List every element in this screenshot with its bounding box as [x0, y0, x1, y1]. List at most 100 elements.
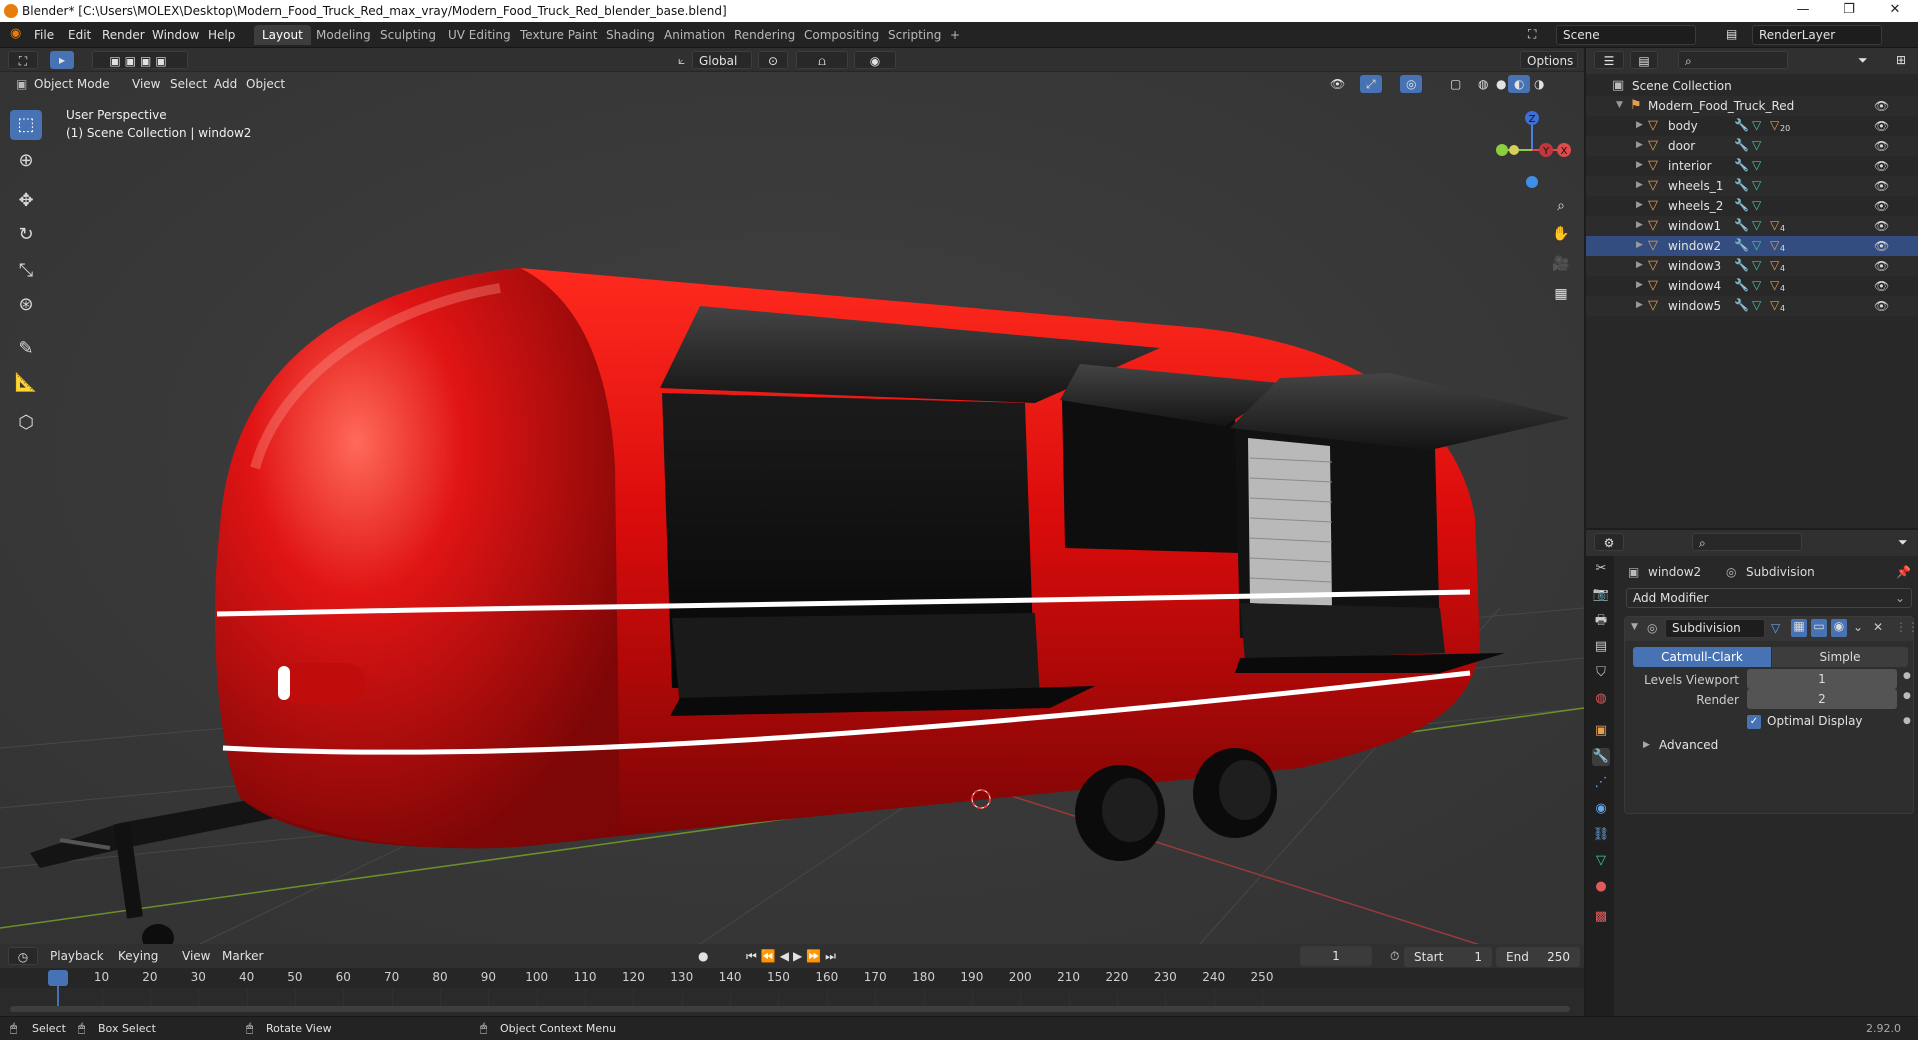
- optimal-display-checkbox[interactable]: ✓: [1747, 715, 1761, 729]
- expand-triangle-icon[interactable]: ▶: [1636, 240, 1643, 250]
- modifier-wrench-icon[interactable]: 🔧: [1734, 158, 1749, 172]
- render-tab-icon[interactable]: 📷: [1592, 586, 1610, 604]
- data-tab-icon[interactable]: ▽: [1592, 852, 1610, 870]
- mesh-data-icon[interactable]: ▽: [1752, 198, 1761, 212]
- expand-triangle-icon[interactable]: ▶: [1636, 200, 1643, 210]
- outliner-object-row[interactable]: ▶ ▽ window3 🔧 ▽ ▽ 4 👁: [1586, 256, 1918, 276]
- modifier-menu-icon[interactable]: ⌄: [1853, 620, 1863, 634]
- advanced-expand-icon[interactable]: ▶: [1643, 740, 1650, 750]
- annotate-tool-icon[interactable]: ✎: [10, 334, 42, 364]
- modifier-wrench-icon[interactable]: 🔧: [1734, 258, 1749, 272]
- expand-triangle-icon[interactable]: ▶: [1636, 160, 1643, 170]
- editor-type-icon[interactable]: ⛶: [8, 51, 38, 69]
- tab-layout[interactable]: Layout: [254, 25, 311, 45]
- catmull-clark-option[interactable]: Catmull-Clark: [1633, 647, 1771, 667]
- transform-orientation-select[interactable]: Global: [692, 51, 752, 69]
- menu-edit[interactable]: Edit: [68, 28, 91, 42]
- zoom-icon[interactable]: ⌕: [1548, 193, 1574, 219]
- menu-playback[interactable]: Playback: [44, 947, 110, 965]
- maximize-button[interactable]: ❐: [1826, 2, 1872, 20]
- current-frame-field[interactable]: 1: [1300, 946, 1372, 966]
- mesh-data-icon[interactable]: ▽: [1752, 278, 1761, 292]
- timeline-editor-icon[interactable]: ◷: [8, 947, 38, 965]
- visibility-eye-icon[interactable]: 👁: [1874, 219, 1889, 233]
- mesh-data-icon[interactable]: ▽: [1752, 298, 1761, 312]
- select-box-tool-icon[interactable]: ⬚: [10, 110, 42, 140]
- mesh-data-icon[interactable]: ▽: [1752, 158, 1761, 172]
- modifier-wrench-icon[interactable]: 🔧: [1734, 138, 1749, 152]
- keyframe-dot-icon[interactable]: ●: [1903, 716, 1911, 726]
- output-tab-icon[interactable]: 🖶: [1592, 612, 1610, 630]
- mesh-data-icon[interactable]: ▽: [1752, 118, 1761, 132]
- playback-controls[interactable]: ⏮⏪◀▶⏩⏭: [740, 947, 846, 965]
- modifier-wrench-icon[interactable]: 🔧: [1734, 178, 1749, 192]
- expand-triangle-icon[interactable]: ▶: [1636, 180, 1643, 190]
- end-frame-field[interactable]: End 250: [1496, 947, 1580, 967]
- scale-tool-icon[interactable]: ⤡: [10, 256, 42, 286]
- modifier-name-field[interactable]: Subdivision: [1665, 619, 1765, 638]
- menu-help[interactable]: Help: [208, 28, 235, 42]
- visibility-eye-icon[interactable]: 👁: [1874, 279, 1889, 293]
- blender-menu-icon[interactable]: ◉: [10, 26, 21, 41]
- outliner-object-row[interactable]: ▶ ▽ wheels_2 🔧 ▽ 👁: [1586, 196, 1918, 216]
- view-layer-tab-icon[interactable]: ▤: [1592, 638, 1610, 656]
- modifier-collapse-icon[interactable]: ▼: [1631, 622, 1638, 632]
- menu-view[interactable]: View: [126, 75, 166, 93]
- selection-mode-icons[interactable]: ▣▣▣▣: [92, 51, 188, 69]
- menu-select[interactable]: Select: [164, 75, 213, 93]
- expand-triangle-icon[interactable]: ▶: [1636, 140, 1643, 150]
- tab-compositing[interactable]: Compositing: [796, 25, 887, 45]
- navigation-gizmo[interactable]: Z X Y: [1484, 104, 1580, 200]
- tab-animation[interactable]: Animation: [656, 25, 733, 45]
- gizmo-toggle-icon[interactable]: ⤢: [1360, 75, 1382, 93]
- tab-modeling[interactable]: Modeling: [308, 25, 379, 45]
- world-tab-icon[interactable]: ◍: [1592, 690, 1610, 708]
- visibility-eye-icon[interactable]: 👁: [1874, 299, 1889, 313]
- modifier-wrench-icon[interactable]: 🔧: [1734, 238, 1749, 252]
- modifier-tab-icon[interactable]: 🔧: [1592, 748, 1610, 766]
- scene-tab-icon[interactable]: ⛉: [1592, 664, 1610, 682]
- simple-option[interactable]: Simple: [1772, 647, 1908, 667]
- outliner-object-row[interactable]: ▶ ▽ window5 🔧 ▽ ▽ 4 👁: [1586, 296, 1918, 316]
- viewport-display-icon[interactable]: ▭: [1811, 619, 1827, 637]
- outliner-object-row[interactable]: ▶ ▽ window4 🔧 ▽ ▽ 4 👁: [1586, 276, 1918, 296]
- viewport-canvas[interactable]: [0, 48, 1584, 944]
- constraints-tab-icon[interactable]: ⛓: [1592, 826, 1610, 844]
- mode-select[interactable]: Object Mode: [28, 75, 116, 93]
- menu-timeline-view[interactable]: View: [176, 947, 216, 965]
- particles-tab-icon[interactable]: ⋰: [1592, 774, 1610, 792]
- camera-view-icon[interactable]: 🎥: [1548, 251, 1574, 277]
- advanced-section-label[interactable]: Advanced: [1659, 738, 1718, 752]
- texture-tab-icon[interactable]: ▩: [1592, 908, 1610, 926]
- new-collection-icon[interactable]: ⊞: [1890, 51, 1912, 69]
- visibility-eye-icon[interactable]: 👁: [1874, 259, 1889, 273]
- add-modifier-dropdown[interactable]: Add Modifier ⌄: [1626, 588, 1912, 608]
- outliner-object-row[interactable]: ▶ ▽ wheels_1 🔧 ▽ 👁: [1586, 176, 1918, 196]
- outliner-object-row[interactable]: ▶ ▽ body 🔧 ▽ ▽ 20 👁: [1586, 116, 1918, 136]
- outliner-object-row[interactable]: ▶ ▽ window2 🔧 ▽ ▽ 4 👁: [1586, 236, 1918, 256]
- playhead[interactable]: [48, 970, 68, 986]
- add-workspace-button[interactable]: +: [942, 25, 968, 45]
- visibility-eye-icon[interactable]: 👁: [1874, 179, 1889, 193]
- object-tab-icon[interactable]: ▣: [1592, 722, 1610, 740]
- visibility-eye-icon[interactable]: 👁: [1874, 159, 1889, 173]
- rendered-shading-icon[interactable]: ◑: [1528, 75, 1550, 93]
- remove-modifier-icon[interactable]: ✕: [1873, 620, 1883, 634]
- render-levels-field[interactable]: 2: [1747, 689, 1897, 709]
- gizmo-y-pos[interactable]: [1496, 144, 1508, 156]
- visibility-eye-icon[interactable]: 👁: [1874, 239, 1889, 253]
- expand-triangle-icon[interactable]: ▶: [1636, 120, 1643, 130]
- menu-keying[interactable]: Keying: [112, 947, 164, 965]
- record-icon[interactable]: ●: [692, 947, 714, 965]
- modifier-wrench-icon[interactable]: 🔧: [1734, 298, 1749, 312]
- close-button[interactable]: ✕: [1872, 2, 1918, 20]
- modifier-wrench-icon[interactable]: 🔧: [1734, 198, 1749, 212]
- select-tool-icon[interactable]: ▸: [50, 51, 74, 69]
- outliner-editor-icon[interactable]: ☰: [1594, 51, 1624, 69]
- mesh-data-icon[interactable]: ▽: [1752, 178, 1761, 192]
- expand-triangle-icon[interactable]: ▶: [1636, 300, 1643, 310]
- pan-hand-icon[interactable]: ✋: [1548, 221, 1574, 247]
- measure-tool-icon[interactable]: 📐: [10, 368, 42, 398]
- mesh-data-icon[interactable]: ▽: [1752, 218, 1761, 232]
- tab-shading[interactable]: Shading: [598, 25, 663, 45]
